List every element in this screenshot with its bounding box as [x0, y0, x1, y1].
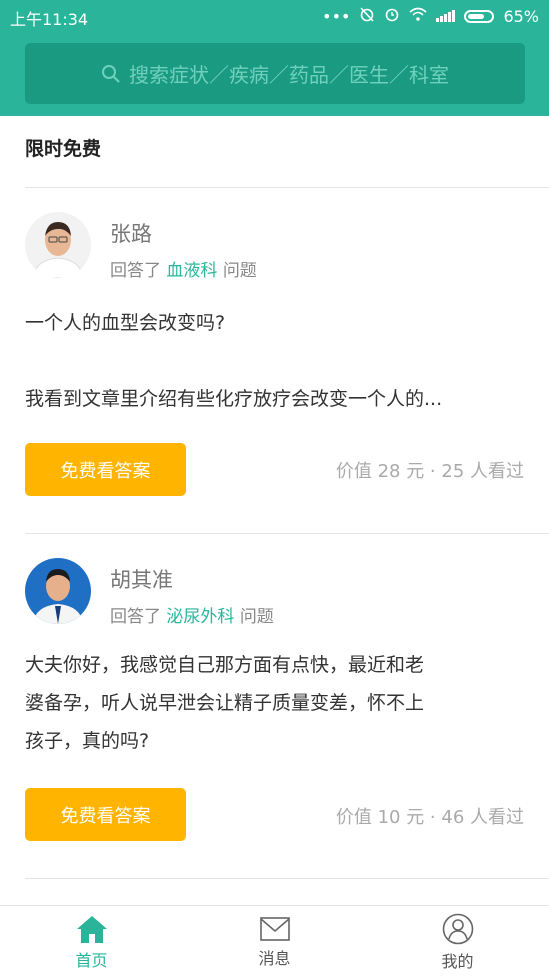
signal-icon	[436, 10, 456, 22]
bottom-tab-bar: 首页 消息 我的	[0, 905, 549, 978]
doctor-name: 张路	[110, 222, 152, 246]
more-dots-icon: •••	[322, 6, 351, 26]
tab-label: 我的	[441, 951, 474, 971]
question-text[interactable]: 一个人的血型会改变吗? 我看到文章里介绍有些化疗放疗会改变一个人的...	[25, 304, 530, 418]
doctor-avatar[interactable]	[25, 558, 91, 624]
price-views: 价值 28 元 · 25 人看过	[335, 461, 524, 482]
wifi-icon	[409, 7, 427, 25]
status-bar: 上午11:34 ••• 65%	[0, 0, 549, 32]
question-line: 一个人的血型会改变吗?	[25, 312, 226, 334]
answered-line: 回答了 血液科 问题	[110, 256, 257, 281]
tab-home[interactable]: 首页	[0, 906, 183, 978]
department-link[interactable]: 血液科	[166, 261, 217, 281]
doctor-avatar[interactable]	[25, 212, 91, 278]
tab-label: 消息	[258, 948, 291, 968]
status-icons: ••• 65%	[322, 6, 539, 26]
section-title: 限时免费	[25, 138, 102, 160]
free-answer-button[interactable]: 免费看答案	[25, 788, 186, 841]
doctor-name: 胡其准	[110, 568, 173, 592]
answered-line: 回答了 泌尿外科 问题	[110, 602, 274, 627]
department-link[interactable]: 泌尿外科	[166, 607, 234, 627]
price-views: 价值 10 元 · 46 人看过	[335, 807, 524, 828]
question-line	[25, 342, 530, 380]
divider	[25, 878, 549, 879]
free-answer-button[interactable]: 免费看答案	[25, 443, 186, 496]
status-time: 上午11:34	[10, 10, 89, 29]
answered-prefix: 回答了	[110, 607, 161, 627]
answered-prefix: 回答了	[110, 261, 161, 281]
search-input[interactable]: 搜索症状／疾病／药品／医生／科室	[25, 43, 525, 104]
battery-icon	[464, 9, 495, 23]
question-line: 婆备孕，听人说早泄会让精子质量变差，怀不上	[25, 692, 425, 714]
alarm-icon	[384, 6, 400, 26]
tab-messages[interactable]: 消息	[183, 906, 366, 978]
divider	[25, 533, 549, 534]
battery-percent: 65%	[503, 6, 539, 26]
answered-suffix: 问题	[222, 261, 257, 281]
question-line: 我看到文章里介绍有些化疗放疗会改变一个人的...	[25, 388, 443, 410]
header: 搜索症状／疾病／药品／医生／科室	[0, 32, 549, 116]
search-placeholder: 搜索症状／疾病／药品／医生／科室	[129, 63, 449, 87]
search-icon	[102, 64, 120, 83]
tab-profile[interactable]: 我的	[366, 906, 549, 978]
alarm-off-icon	[359, 6, 375, 26]
mail-icon	[259, 916, 290, 941]
question-line: 孩子，真的吗?	[25, 730, 150, 752]
answered-suffix: 问题	[239, 607, 274, 627]
question-text[interactable]: 大夫你好，我感觉自己那方面有点快，最近和老 婆备孕，听人说早泄会让精子质量变差，…	[25, 646, 530, 760]
user-icon	[442, 913, 473, 944]
divider	[25, 187, 549, 188]
home-icon	[76, 915, 107, 943]
tab-label: 首页	[75, 950, 108, 970]
question-line: 大夫你好，我感觉自己那方面有点快，最近和老	[25, 654, 425, 676]
